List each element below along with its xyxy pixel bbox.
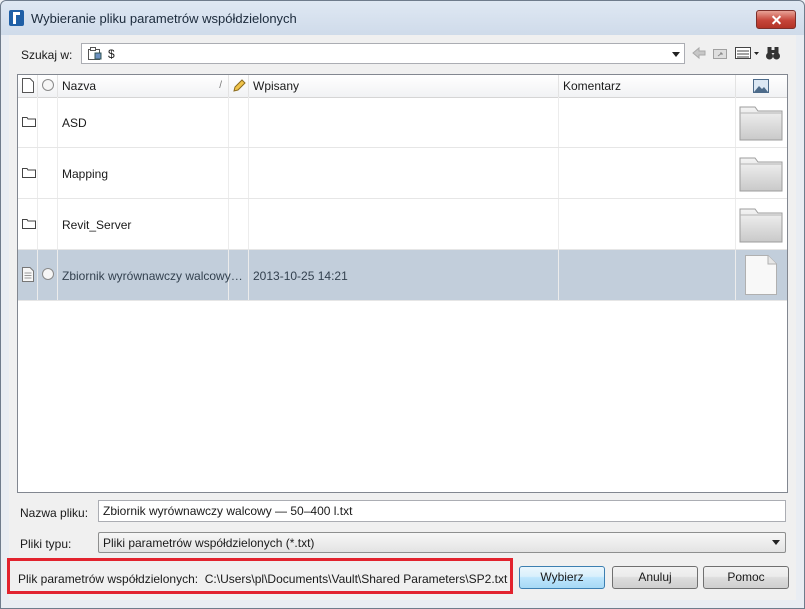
row-edit-cell xyxy=(229,148,249,198)
row-status-cell xyxy=(38,148,58,198)
filename-input[interactable] xyxy=(98,500,786,522)
row-name-cell: Zbiornik wyrównawczy walcowy… xyxy=(58,250,243,300)
row-status-cell xyxy=(38,97,58,147)
row-status-cell xyxy=(38,199,58,249)
look-in-dropdown[interactable]: $ xyxy=(81,43,685,64)
folder-preview-icon xyxy=(739,106,783,141)
shared-parameters-label: Plik parametrów współdzielonych: xyxy=(18,572,199,586)
status-circle-icon xyxy=(42,79,54,91)
revit-app-icon xyxy=(9,10,24,26)
folder-icon xyxy=(22,168,36,178)
file-name: Zbiornik wyrównawczy walcowy… xyxy=(62,269,243,283)
folder-icon xyxy=(22,219,36,229)
filetype-label: Pliki typu: xyxy=(20,537,72,551)
row-preview-cell xyxy=(736,148,787,198)
back-arrow-icon[interactable] xyxy=(691,45,707,61)
file-row-selected[interactable]: Zbiornik wyrównawczy walcowy… 2013-10-25… xyxy=(18,250,787,301)
dialog-window: Wybieranie pliku parametrów współdzielon… xyxy=(0,0,805,609)
status-circle-icon xyxy=(42,268,54,280)
column-checked-in-label: Wpisany xyxy=(253,79,300,93)
filename-label: Nazwa pliku: xyxy=(20,506,89,520)
column-comment-label: Komentarz xyxy=(563,79,622,93)
column-name-label: Nazva xyxy=(62,79,97,93)
file-row-folder[interactable]: ASD xyxy=(18,97,787,148)
row-type-cell xyxy=(18,199,38,249)
file-list[interactable]: Nazva / Wpisany Komentarz ASD Mapping Re… xyxy=(17,74,788,493)
pencil-icon xyxy=(233,79,246,92)
file-name: Mapping xyxy=(62,167,109,181)
views-menu-icon[interactable] xyxy=(734,45,760,61)
row-date-cell xyxy=(249,148,559,198)
look-in-label: Szukaj w: xyxy=(21,48,73,62)
row-name-cell: Mapping xyxy=(58,148,229,198)
column-header-preview[interactable] xyxy=(736,75,787,97)
document-preview-icon xyxy=(745,255,777,295)
sort-indicator-icon: / xyxy=(219,80,222,91)
cancel-button[interactable]: Anuluj xyxy=(612,566,698,589)
row-edit-cell xyxy=(229,250,249,300)
vault-folder-icon xyxy=(88,47,102,60)
window-title: Wybieranie pliku parametrów współdzielon… xyxy=(31,11,297,26)
row-type-cell xyxy=(18,97,38,147)
shared-parameters-path: Plik parametrów współdzielonych: C:\User… xyxy=(18,572,507,586)
row-date-cell: 2013-10-25 14:21 xyxy=(249,250,559,300)
column-header-status[interactable] xyxy=(38,75,58,97)
file-name: Revit_Server xyxy=(62,218,132,232)
up-folder-icon[interactable] xyxy=(712,45,728,61)
file-list-header: Nazva / Wpisany Komentarz xyxy=(18,75,787,98)
file-date: 2013-10-25 14:21 xyxy=(253,269,348,283)
row-name-cell: ASD xyxy=(58,97,229,147)
filetype-value: Pliki parametrów współdzielonych (*.txt) xyxy=(103,536,315,550)
row-comment-cell xyxy=(559,97,736,147)
column-header-checked-in[interactable]: Wpisany xyxy=(249,75,559,97)
row-type-cell xyxy=(18,250,38,300)
row-preview-cell xyxy=(736,97,787,147)
help-button[interactable]: Pomoc xyxy=(703,566,789,589)
look-in-value: $ xyxy=(108,47,115,61)
row-comment-cell xyxy=(559,148,736,198)
row-date-cell xyxy=(249,199,559,249)
filetype-dropdown[interactable]: Pliki parametrów współdzielonych (*.txt) xyxy=(98,532,786,553)
row-date-cell xyxy=(249,97,559,147)
row-name-cell: Revit_Server xyxy=(58,199,229,249)
select-button[interactable]: Wybierz xyxy=(519,566,605,589)
chevron-down-icon xyxy=(772,540,780,545)
folder-preview-icon xyxy=(739,157,783,192)
row-comment-cell xyxy=(559,250,736,300)
document-icon xyxy=(22,78,34,93)
title-bar[interactable]: Wybieranie pliku parametrów współdzielon… xyxy=(1,1,804,35)
file-row-folder[interactable]: Mapping xyxy=(18,148,787,199)
shared-parameters-file-path: C:\Users\pl\Documents\Vault\Shared Param… xyxy=(204,572,508,586)
image-icon xyxy=(753,79,769,93)
row-preview-cell xyxy=(736,250,787,300)
column-header-type[interactable] xyxy=(18,75,38,97)
chevron-down-icon xyxy=(672,52,680,57)
row-edit-cell xyxy=(229,97,249,147)
dialog-client-area: Szukaj w: $ Nazva / Wpisany Komentarz AS… xyxy=(7,35,796,600)
folder-icon xyxy=(22,117,36,127)
row-type-cell xyxy=(18,148,38,198)
column-header-edit[interactable] xyxy=(229,75,249,97)
file-name: ASD xyxy=(62,116,87,130)
row-status-cell xyxy=(38,250,58,300)
close-button[interactable] xyxy=(756,10,796,29)
column-header-name[interactable]: Nazva / xyxy=(58,75,229,97)
binoculars-icon[interactable] xyxy=(765,45,781,61)
row-preview-cell xyxy=(736,199,787,249)
folder-preview-icon xyxy=(739,208,783,243)
file-row-folder[interactable]: Revit_Server xyxy=(18,199,787,250)
column-header-comment[interactable]: Komentarz xyxy=(559,75,736,97)
row-comment-cell xyxy=(559,199,736,249)
text-file-icon xyxy=(22,267,34,282)
row-edit-cell xyxy=(229,199,249,249)
